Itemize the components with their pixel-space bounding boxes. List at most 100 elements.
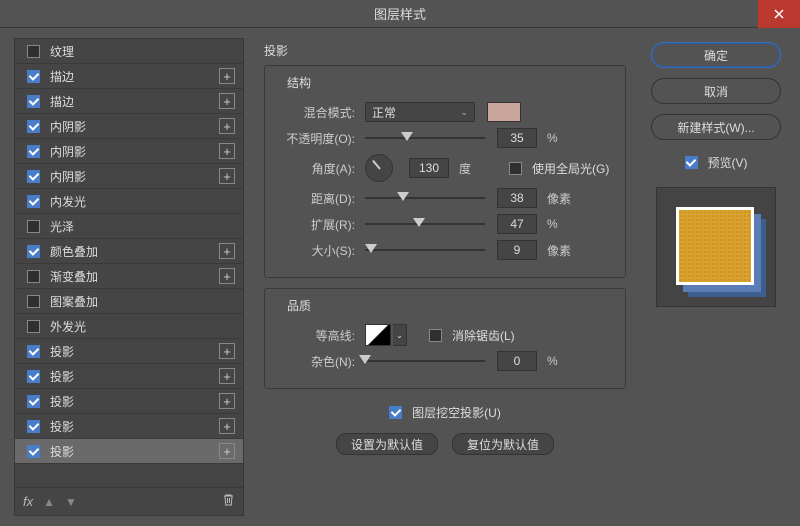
contour-picker[interactable] [365,324,391,346]
spread-slider[interactable] [365,214,485,234]
effect-label: 光泽 [50,218,235,235]
chevron-down-icon: ⌄ [460,107,468,118]
effect-checkbox[interactable] [27,195,40,208]
effect-label: 渐变叠加 [50,268,219,285]
preview-thumbnail [676,207,756,287]
effect-label: 颜色叠加 [50,243,219,260]
effect-checkbox[interactable] [27,245,40,258]
close-icon [774,9,784,19]
effects-list: 纹理描边+描边+内阴影+内阴影+内阴影+内发光光泽颜色叠加+渐变叠加+图案叠加外… [15,39,243,487]
options-panel: 投影 结构 混合模式: 正常⌄ 不透明度(O): 35 % 角度(A): 130… [256,38,634,516]
effect-checkbox[interactable] [27,170,40,183]
effect-row[interactable]: 光泽 [15,214,243,239]
spread-input[interactable]: 47 [497,214,537,234]
size-input[interactable]: 9 [497,240,537,260]
distance-label: 距离(D): [279,190,359,207]
noise-label: 杂色(N): [279,353,359,370]
opacity-slider[interactable] [365,128,485,148]
cancel-button[interactable]: 取消 [651,78,781,104]
effect-row[interactable]: 渐变叠加+ [15,264,243,289]
move-up-icon[interactable]: ▲ [43,495,55,509]
add-effect-icon[interactable]: + [219,443,235,459]
angle-dial[interactable] [365,154,393,182]
add-effect-icon[interactable]: + [219,143,235,159]
global-light-checkbox[interactable] [509,162,522,175]
add-effect-icon[interactable]: + [219,93,235,109]
blend-mode-select[interactable]: 正常⌄ [365,102,475,122]
effect-row[interactable]: 投影+ [15,364,243,389]
add-effect-icon[interactable]: + [219,343,235,359]
right-panel: 确定 取消 新建样式(W)... 预览(V) [646,38,786,516]
close-button[interactable] [758,0,800,28]
make-default-button[interactable]: 设置为默认值 [336,433,438,455]
effect-row[interactable]: 图案叠加 [15,289,243,314]
noise-input[interactable]: 0 [497,351,537,371]
effect-row[interactable]: 颜色叠加+ [15,239,243,264]
effect-checkbox[interactable] [27,295,40,308]
effect-row[interactable]: 投影+ [15,389,243,414]
effect-row[interactable]: 内阴影+ [15,164,243,189]
effect-row[interactable]: 纹理 [15,39,243,64]
add-effect-icon[interactable]: + [219,243,235,259]
effect-checkbox[interactable] [27,270,40,283]
effect-row[interactable]: 投影+ [15,439,243,464]
shadow-color-swatch[interactable] [487,102,521,122]
add-effect-icon[interactable]: + [219,268,235,284]
effect-row[interactable]: 描边+ [15,64,243,89]
opacity-input[interactable]: 35 [497,128,537,148]
preview-label: 预览(V) [708,154,748,171]
effect-checkbox[interactable] [27,45,40,58]
effect-checkbox[interactable] [27,320,40,333]
effect-checkbox[interactable] [27,220,40,233]
ok-button[interactable]: 确定 [651,42,781,68]
antialias-checkbox[interactable] [429,329,442,342]
effect-row[interactable]: 内阴影+ [15,139,243,164]
knockout-label: 图层挖空投影(U) [412,404,501,421]
effect-label: 投影 [50,368,219,385]
size-slider[interactable] [365,240,485,260]
effect-checkbox[interactable] [27,445,40,458]
effect-label: 描边 [50,93,219,110]
dialog-body: 纹理描边+描边+内阴影+内阴影+内阴影+内发光光泽颜色叠加+渐变叠加+图案叠加外… [0,28,800,526]
effect-checkbox[interactable] [27,120,40,133]
effect-checkbox[interactable] [27,345,40,358]
contour-chevron-icon[interactable]: ⌄ [393,324,407,346]
trash-icon[interactable] [222,493,235,510]
distance-slider[interactable] [365,188,485,208]
preview-checkbox[interactable] [685,156,698,169]
add-effect-icon[interactable]: + [219,68,235,84]
angle-input[interactable]: 130 [409,158,449,178]
effect-row[interactable]: 内发光 [15,189,243,214]
structure-group: 结构 混合模式: 正常⌄ 不透明度(O): 35 % 角度(A): 130 度 … [264,65,626,278]
effect-checkbox[interactable] [27,395,40,408]
effect-label: 描边 [50,68,219,85]
reset-default-button[interactable]: 复位为默认值 [452,433,554,455]
add-effect-icon[interactable]: + [219,118,235,134]
spread-label: 扩展(R): [279,216,359,233]
add-effect-icon[interactable]: + [219,393,235,409]
move-down-icon[interactable]: ▼ [65,495,77,509]
effect-row[interactable]: 外发光 [15,314,243,339]
effect-label: 内发光 [50,193,235,210]
window-title: 图层样式 [374,4,426,23]
effect-checkbox[interactable] [27,95,40,108]
effect-row[interactable]: 投影+ [15,414,243,439]
effect-row[interactable]: 投影+ [15,339,243,364]
effect-checkbox[interactable] [27,145,40,158]
effect-checkbox[interactable] [27,420,40,433]
noise-slider[interactable] [365,351,485,371]
noise-unit: % [547,354,577,368]
effect-checkbox[interactable] [27,70,40,83]
effect-checkbox[interactable] [27,370,40,383]
add-effect-icon[interactable]: + [219,418,235,434]
new-style-button[interactable]: 新建样式(W)... [651,114,781,140]
effect-row[interactable]: 描边+ [15,89,243,114]
distance-input[interactable]: 38 [497,188,537,208]
fx-icon[interactable]: fx [23,494,33,509]
knockout-checkbox[interactable] [389,406,402,419]
contour-label: 等高线: [279,327,359,344]
effect-row[interactable]: 内阴影+ [15,114,243,139]
effects-footer: fx ▲ ▼ [15,487,243,515]
add-effect-icon[interactable]: + [219,368,235,384]
add-effect-icon[interactable]: + [219,168,235,184]
